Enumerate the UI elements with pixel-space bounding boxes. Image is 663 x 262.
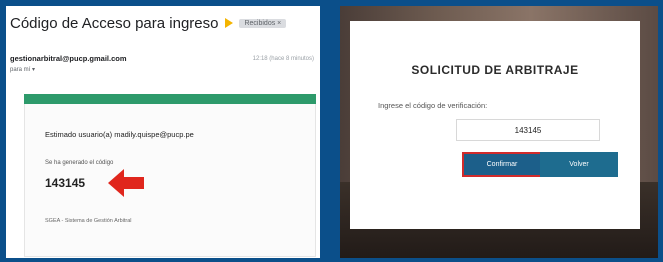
email-panel: Código de Acceso para ingreso Recibidos … (6, 6, 320, 258)
email-greeting: Estimado usuario(a) madily.quispe@pucp.p… (45, 130, 194, 139)
email-footer: SGEA - Sistema de Gestión Arbitral (45, 218, 132, 224)
verification-code-input[interactable]: 143145 (456, 119, 600, 141)
code-generated-text: Se ha generado el código (45, 160, 114, 166)
verification-code: 143145 (45, 176, 86, 190)
verification-panel: SOLICITUD DE ARBITRAJE Ingrese el código… (340, 6, 658, 258)
inbox-label-chip[interactable]: Recibidos × (239, 18, 287, 28)
email-subject: Código de Acceso para ingreso (10, 14, 219, 32)
verification-dialog: SOLICITUD DE ARBITRAJE Ingrese el código… (350, 21, 640, 229)
dialog-title: SOLICITUD DE ARBITRAJE (411, 63, 579, 77)
email-card-header-bar (24, 94, 316, 104)
email-recipient[interactable]: para mí ▾ (10, 66, 35, 73)
back-button[interactable]: Volver (540, 152, 618, 177)
email-sender-row: gestionarbitral@pucp.gmail.com 12:18 (ha… (10, 54, 314, 63)
verification-code-label: Ingrese el código de verificación: (378, 101, 488, 110)
importance-marker-icon[interactable] (225, 18, 234, 28)
email-body-card: Estimado usuario(a) madily.quispe@pucp.p… (24, 94, 316, 257)
red-arrow-icon (108, 169, 144, 197)
email-subject-row: Código de Acceso para ingreso Recibidos … (10, 10, 316, 36)
email-time: 12:18 (hace 8 minutos) (252, 55, 314, 62)
email-sender: gestionarbitral@pucp.gmail.com (10, 54, 127, 63)
confirm-button[interactable]: Confirmar (462, 152, 542, 177)
